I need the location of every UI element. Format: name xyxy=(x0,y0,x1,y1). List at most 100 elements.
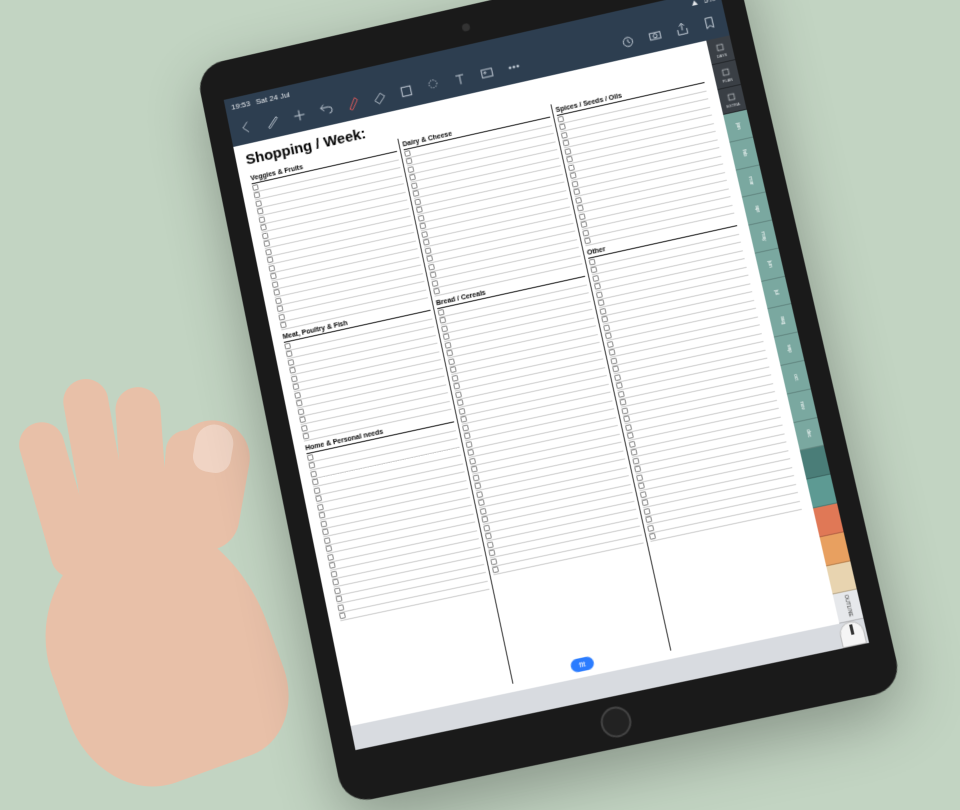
checkbox[interactable] xyxy=(329,562,336,569)
checkbox[interactable] xyxy=(327,554,334,561)
more-tool[interactable] xyxy=(503,57,524,78)
checkbox[interactable] xyxy=(336,596,343,603)
bookmark-icon[interactable] xyxy=(699,12,720,33)
checkbox[interactable] xyxy=(642,499,649,506)
checkbox[interactable] xyxy=(616,382,623,389)
checkbox[interactable] xyxy=(453,383,460,390)
checkbox[interactable] xyxy=(568,164,575,171)
checkbox[interactable] xyxy=(322,529,329,536)
checkbox[interactable] xyxy=(257,208,264,215)
checkbox[interactable] xyxy=(252,184,259,191)
shape-tool[interactable] xyxy=(396,81,417,102)
checkbox[interactable] xyxy=(272,281,279,288)
checkbox[interactable] xyxy=(465,441,472,448)
checkbox[interactable] xyxy=(286,351,293,358)
timer-icon[interactable] xyxy=(617,31,638,52)
checkbox[interactable] xyxy=(278,314,285,321)
checkbox[interactable] xyxy=(571,180,578,187)
checkbox[interactable] xyxy=(570,172,577,179)
checkbox[interactable] xyxy=(411,182,418,189)
checkbox[interactable] xyxy=(575,197,582,204)
checkbox[interactable] xyxy=(443,333,450,340)
checkbox[interactable] xyxy=(557,115,564,122)
checkbox[interactable] xyxy=(263,240,270,247)
checkbox[interactable] xyxy=(265,248,272,255)
checkbox[interactable] xyxy=(287,359,294,366)
checkbox[interactable] xyxy=(448,358,455,365)
checkbox[interactable] xyxy=(480,508,487,515)
checkbox[interactable] xyxy=(319,512,326,519)
checkbox[interactable] xyxy=(610,357,617,364)
checkbox[interactable] xyxy=(339,612,346,619)
checkbox[interactable] xyxy=(308,462,315,469)
checkbox[interactable] xyxy=(433,288,440,295)
checkbox[interactable] xyxy=(332,579,339,586)
checkbox[interactable] xyxy=(273,289,280,296)
checkbox[interactable] xyxy=(467,449,474,456)
checkbox[interactable] xyxy=(598,299,605,306)
checkbox[interactable] xyxy=(418,215,425,222)
checkbox[interactable] xyxy=(464,433,471,440)
checkbox[interactable] xyxy=(254,192,261,199)
checkbox[interactable] xyxy=(638,482,645,489)
checkbox[interactable] xyxy=(407,166,414,173)
checkbox[interactable] xyxy=(334,587,341,594)
checkbox[interactable] xyxy=(564,148,571,155)
checkbox[interactable] xyxy=(337,604,344,611)
checkbox[interactable] xyxy=(310,470,317,477)
checkbox[interactable] xyxy=(421,231,428,238)
checkbox[interactable] xyxy=(634,466,641,473)
checkbox[interactable] xyxy=(406,158,413,165)
checkbox[interactable] xyxy=(580,221,587,228)
checkbox[interactable] xyxy=(325,545,332,552)
checkbox[interactable] xyxy=(299,416,306,423)
checkbox[interactable] xyxy=(621,407,628,414)
checkbox[interactable] xyxy=(268,265,275,272)
checkbox[interactable] xyxy=(426,255,433,262)
checkbox[interactable] xyxy=(612,366,619,373)
checkbox[interactable] xyxy=(455,391,462,398)
image-tool[interactable] xyxy=(476,63,497,84)
checkbox[interactable] xyxy=(573,188,580,195)
checkbox[interactable] xyxy=(474,482,481,489)
checkbox[interactable] xyxy=(603,324,610,331)
checkbox[interactable] xyxy=(450,366,457,373)
checkbox[interactable] xyxy=(451,375,458,382)
checkbox[interactable] xyxy=(262,232,269,239)
back-button[interactable] xyxy=(236,117,257,138)
checkbox[interactable] xyxy=(301,425,308,432)
checkbox[interactable] xyxy=(409,174,416,181)
checkbox[interactable] xyxy=(584,238,591,245)
checkbox[interactable] xyxy=(277,305,284,312)
checkbox[interactable] xyxy=(404,150,411,157)
eraser-tool[interactable] xyxy=(369,87,390,108)
undo-button[interactable] xyxy=(316,99,337,120)
checkbox[interactable] xyxy=(324,537,331,544)
checkbox[interactable] xyxy=(439,317,446,324)
checkbox[interactable] xyxy=(619,399,626,406)
checkbox[interactable] xyxy=(280,322,287,329)
share-icon[interactable] xyxy=(671,19,692,40)
pen-tool[interactable] xyxy=(262,111,283,132)
text-tool[interactable] xyxy=(450,69,471,90)
checkbox[interactable] xyxy=(607,341,614,348)
checkbox[interactable] xyxy=(592,275,599,282)
checkbox[interactable] xyxy=(296,400,303,407)
checkbox[interactable] xyxy=(413,190,420,197)
checkbox[interactable] xyxy=(605,332,612,339)
highlighter-tool[interactable] xyxy=(342,93,363,114)
checkbox[interactable] xyxy=(258,216,265,223)
checkbox[interactable] xyxy=(629,441,636,448)
checkbox[interactable] xyxy=(469,457,476,464)
checkbox[interactable] xyxy=(307,454,314,461)
checkbox[interactable] xyxy=(559,124,566,131)
checkbox[interactable] xyxy=(647,525,654,532)
checkbox[interactable] xyxy=(566,156,573,163)
checkbox[interactable] xyxy=(330,570,337,577)
checkbox[interactable] xyxy=(488,550,495,557)
checkbox[interactable] xyxy=(599,308,606,315)
checkbox[interactable] xyxy=(582,229,589,236)
checkbox[interactable] xyxy=(645,516,652,523)
checkbox[interactable] xyxy=(284,342,291,349)
checkbox[interactable] xyxy=(608,349,615,356)
